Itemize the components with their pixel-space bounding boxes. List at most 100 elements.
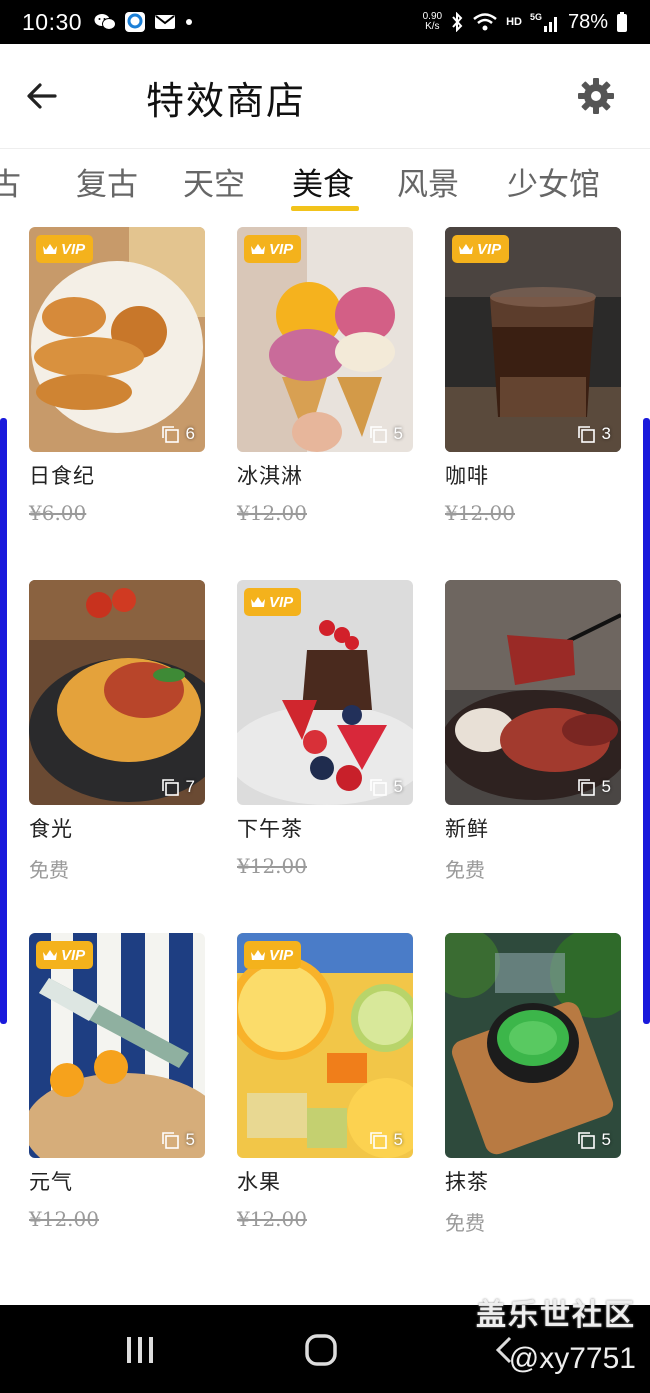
layers-icon — [369, 779, 387, 796]
recent-apps-button[interactable] — [122, 1333, 158, 1367]
battery-icon — [616, 11, 628, 33]
product-thumbnail: 7 — [29, 580, 205, 805]
gear-icon — [578, 78, 614, 114]
product-name: 下午茶 — [237, 817, 303, 841]
product-price: 免费 — [445, 1211, 485, 1235]
product-card[interactable]: 7 食光 免费 — [29, 580, 205, 883]
product-name: 食光 — [29, 817, 73, 841]
crown-icon — [43, 244, 57, 254]
recent-apps-icon — [127, 1337, 153, 1363]
page-title: 特效商店 — [146, 79, 307, 123]
crown-icon — [251, 597, 265, 607]
vip-badge: VIP — [244, 588, 302, 616]
layers-icon — [161, 426, 179, 443]
home-button[interactable] — [303, 1333, 339, 1367]
template-count: 7 — [161, 777, 195, 797]
battery-percent: 78% — [567, 10, 608, 33]
product-price: ¥12.00 — [29, 1207, 99, 1231]
matcha-image — [445, 933, 621, 1158]
template-count: 5 — [369, 424, 403, 444]
right-edge-bar — [643, 418, 650, 1024]
product-thumbnail: VIP 6 — [29, 227, 205, 452]
product-name: 咖啡 — [445, 464, 489, 488]
product-name: 新鲜 — [445, 817, 489, 841]
back-button[interactable] — [22, 76, 62, 116]
product-price: ¥6.00 — [29, 501, 87, 525]
product-name: 抹茶 — [445, 1170, 489, 1194]
layers-icon — [369, 1132, 387, 1149]
crown-icon — [251, 244, 265, 254]
product-card[interactable]: 5 新鲜 免费 — [445, 580, 621, 883]
product-price: 免费 — [445, 858, 485, 882]
product-thumbnail: 5 — [445, 933, 621, 1158]
vip-badge: VIP — [36, 941, 94, 969]
notification-dot-icon — [184, 17, 194, 27]
category-tabs: 古 复古 天空 美食 风景 少女馆 — [0, 148, 650, 218]
product-card[interactable]: 5 抹茶 免费 — [445, 933, 621, 1236]
template-count: 3 — [577, 424, 611, 444]
product-thumbnail: VIP 5 — [237, 933, 413, 1158]
network-speed: 0.90 K/s — [422, 11, 443, 32]
watermark-user: @xy7751 — [508, 1342, 636, 1375]
layers-icon — [161, 779, 179, 796]
steak-image — [445, 580, 621, 805]
app-header: 特效商店 — [0, 44, 650, 148]
vip-badge: VIP — [452, 235, 510, 263]
tab-partial[interactable]: 古 — [0, 159, 21, 204]
status-time: 10:30 — [22, 8, 83, 35]
template-count: 5 — [369, 777, 403, 797]
product-name: 冰淇淋 — [237, 464, 303, 488]
template-count: 5 — [369, 1130, 403, 1150]
template-count: 5 — [161, 1130, 195, 1150]
product-card[interactable]: VIP 6 日食纪 ¥6.00 — [29, 227, 205, 525]
product-name: 日食纪 — [29, 464, 95, 488]
status-bar: 10:30 0.90 K/s HD 5G 78% — [0, 0, 650, 44]
home-icon — [305, 1334, 337, 1366]
crown-icon — [43, 950, 57, 960]
product-card[interactable]: VIP 5 元气 ¥12.00 — [29, 933, 205, 1231]
product-name: 水果 — [237, 1170, 281, 1194]
watermark: 盖乐世社区 @xy7751 — [476, 1290, 636, 1376]
settings-button[interactable] — [574, 74, 618, 118]
template-count: 5 — [577, 1130, 611, 1150]
vip-badge: VIP — [244, 235, 302, 263]
tab-girls[interactable]: 少女馆 — [507, 159, 600, 204]
tab-food[interactable]: 美食 — [292, 159, 354, 204]
layers-icon — [161, 1132, 179, 1149]
back-arrow-icon — [27, 83, 57, 109]
product-thumbnail: VIP 5 — [237, 580, 413, 805]
svg-text:5G: 5G — [530, 12, 542, 22]
product-price: 免费 — [29, 858, 69, 882]
wifi-icon — [472, 12, 498, 32]
layers-icon — [577, 426, 595, 443]
active-tab-indicator — [291, 206, 359, 211]
left-edge-bar — [0, 418, 7, 1024]
crown-icon — [459, 244, 473, 254]
product-thumbnail: VIP 5 — [29, 933, 205, 1158]
tab-scenery[interactable]: 风景 — [397, 159, 459, 204]
product-thumbnail: 5 — [445, 580, 621, 805]
product-price: ¥12.00 — [237, 501, 307, 525]
hd-indicator: HD — [506, 16, 522, 28]
product-card[interactable]: VIP 5 下午茶 ¥12.00 — [237, 580, 413, 878]
product-card[interactable]: VIP 3 咖啡 ¥12.00 — [445, 227, 621, 525]
template-count: 5 — [577, 777, 611, 797]
tab-sky[interactable]: 天空 — [183, 159, 245, 204]
product-card[interactable]: VIP 5 冰淇淋 ¥12.00 — [237, 227, 413, 525]
tab-retro[interactable]: 复古 — [76, 159, 138, 204]
layers-icon — [577, 779, 595, 796]
product-thumbnail: VIP 5 — [237, 227, 413, 452]
browser-app-icon — [124, 11, 146, 33]
bluetooth-icon — [450, 12, 464, 32]
signal-icon: 5G — [530, 11, 560, 33]
product-price: ¥12.00 — [237, 854, 307, 878]
pasta-image — [29, 580, 205, 805]
product-price: ¥12.00 — [445, 501, 515, 525]
vip-badge: VIP — [36, 235, 94, 263]
product-name: 元气 — [29, 1170, 73, 1194]
mail-icon — [154, 13, 176, 31]
product-card[interactable]: VIP 5 水果 ¥12.00 — [237, 933, 413, 1231]
layers-icon — [369, 426, 387, 443]
wechat-icon — [94, 13, 117, 31]
template-count: 6 — [161, 424, 195, 444]
